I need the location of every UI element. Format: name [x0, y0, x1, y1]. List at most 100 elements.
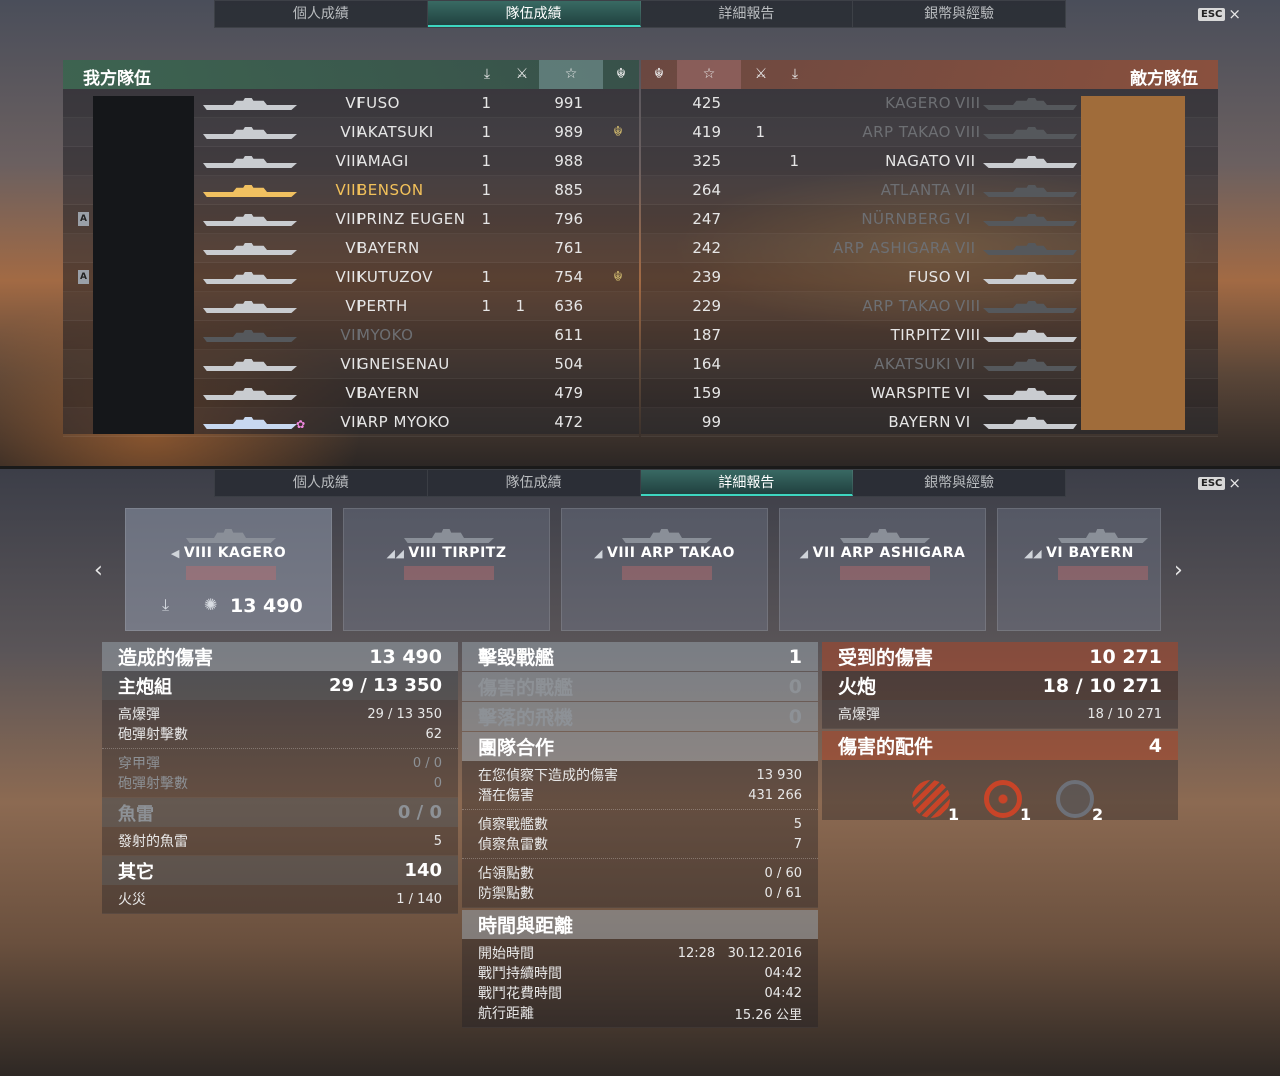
ship-silhouette-icon: [203, 299, 297, 313]
spent-value: 04:42: [764, 985, 802, 1001]
esc-close-button[interactable]: ESC ×: [1198, 474, 1241, 492]
close-icon: ×: [1228, 474, 1241, 492]
tab-team[interactable]: 隊伍成績: [427, 1, 641, 27]
wreath-icon[interactable]: ☬: [603, 60, 639, 89]
wreath-icon[interactable]: ☬: [641, 60, 677, 89]
damage-dealt-panel: 造成的傷害 13 490 主炮組 29 / 13 350 高爆彈 29 / 13 …: [102, 642, 458, 914]
start-value: 12:28 30.12.2016: [677, 945, 802, 961]
ship-name: TIRPITZ: [890, 326, 951, 344]
ship-silhouette-icon: [203, 154, 297, 168]
card-ship-label: ◢◢ VIII TIRPITZ: [344, 545, 549, 561]
potential-label: 潛在傷害: [478, 788, 534, 804]
planes-label: 擊落的飛機: [478, 707, 574, 729]
damaged-value: 0: [788, 675, 802, 698]
ship-name: KUTUZOV: [357, 268, 433, 286]
enemy-ship-card[interactable]: ◢ VII ARP ASHIGARA: [779, 508, 986, 631]
received-he-group: 高爆彈 18 / 10 271: [822, 700, 1178, 729]
next-arrow-icon[interactable]: ›: [1174, 558, 1183, 583]
spotting-group: 偵察戰艦數 5 偵察魚雷數 7: [462, 810, 818, 859]
ship-silhouette-icon: [983, 270, 1077, 284]
torpedo-hit-icon: ⤓: [162, 595, 170, 614]
torpedo-tubes-icon: [912, 780, 950, 818]
base-xp: 187: [692, 326, 721, 344]
modules-label: 傷害的配件: [838, 736, 934, 758]
player-name-redacted: [622, 566, 712, 580]
ship-silhouette-icon: [622, 527, 712, 543]
base-xp: 164: [692, 355, 721, 373]
star-icon[interactable]: ☆: [539, 60, 603, 89]
teamwork-label: 團隊合作: [478, 737, 555, 759]
time-label: 時間與距離: [478, 915, 574, 937]
tab-detailed[interactable]: 詳細報告: [640, 470, 854, 496]
base-xp: 99: [701, 413, 721, 431]
card-ship-name: ARP TAKAO: [640, 545, 735, 561]
enemy-header: ☬ ☆ ⚔ ⤓ 敵方隊伍: [641, 60, 1218, 89]
torpedo-icon[interactable]: ⤓: [469, 60, 505, 89]
card-ship-name: BAYERN: [1068, 545, 1134, 561]
damaged-header: 傷害的戰艦 0: [462, 672, 818, 701]
star-icon[interactable]: ☆: [677, 60, 741, 89]
division-badge-icon: A: [78, 212, 89, 226]
ship-silhouette-icon: [983, 183, 1077, 197]
esc-close-button[interactable]: ESC ×: [1198, 5, 1241, 23]
ship-silhouette-icon: [203, 386, 297, 400]
engine-damage: 2: [1056, 780, 1106, 824]
ship-name: ARP TAKAO: [862, 297, 951, 315]
fire-value: 1 / 140: [396, 891, 442, 907]
ship-name: AMAGI: [357, 152, 409, 170]
enemy-ship-card[interactable]: ◢ VIII ARP TAKAO: [561, 508, 768, 631]
tab-bar-top: 個人成績 隊伍成績 詳細報告 銀幣與經驗: [214, 0, 1066, 28]
duration-value: 04:42: [764, 965, 802, 981]
other-label: 其它: [118, 861, 154, 883]
he-shots-label: 砲彈射擊數: [118, 727, 188, 743]
ship-silhouette-icon: [983, 125, 1077, 139]
tab-credits-xp[interactable]: 銀幣與經驗: [853, 470, 1065, 496]
base-xp: 425: [692, 94, 721, 112]
swords-icon[interactable]: ⚔: [504, 60, 540, 89]
tab-credits-xp[interactable]: 銀幣與經驗: [853, 1, 1065, 27]
tab-personal[interactable]: 個人成績: [215, 1, 428, 27]
base-xp: 247: [692, 210, 721, 228]
damage-dealt-header: 造成的傷害 13 490: [102, 642, 458, 671]
ship-silhouette-icon: [983, 154, 1077, 168]
enemy-ship-card[interactable]: ◀ VIII KAGERO ⤓ ✺ 13 490: [125, 508, 332, 631]
other-header: 其它 140: [102, 856, 458, 885]
base-xp: 796: [554, 210, 583, 228]
tab-personal[interactable]: 個人成績: [215, 470, 428, 496]
ship-silhouette-icon: [203, 270, 297, 284]
ship-name: BAYERN: [888, 413, 951, 431]
ships-destroyed: 1: [481, 210, 491, 228]
received-header: 受到的傷害 10 271: [822, 642, 1178, 671]
card-ship-label: ◢ VIII ARP TAKAO: [562, 545, 767, 561]
received-he-value: 18 / 10 271: [1087, 706, 1162, 722]
swords-icon[interactable]: ⚔: [743, 60, 779, 89]
ship-silhouette-icon: [203, 212, 297, 226]
base-xp: 885: [554, 181, 583, 199]
torpedo-icon[interactable]: ⤓: [777, 60, 813, 89]
enemy-ship-card[interactable]: ◢◢ VIII TIRPITZ: [343, 508, 550, 631]
ap-shots-label: 砲彈射擊數: [118, 776, 188, 792]
ship-name: GNEISENAU: [357, 355, 450, 373]
ship-name: BAYERN: [357, 239, 420, 257]
spent-label: 戰鬥花費時間: [478, 986, 562, 1002]
received-guns-value: 18 / 10 271: [1042, 674, 1162, 697]
steering-gear-count: 1: [1020, 805, 1032, 824]
ship-silhouette-icon: [1058, 527, 1148, 543]
ship-silhouette-icon: [203, 241, 297, 255]
enemy-ship-card[interactable]: ◢◢ VI BAYERN: [997, 508, 1161, 631]
torpedo-fired-value: 5: [433, 833, 442, 849]
player-name-redacted: [186, 566, 276, 580]
planes-value: 0: [788, 705, 802, 728]
award-icon: ☬: [613, 269, 623, 285]
base-xp: 264: [692, 181, 721, 199]
ship-silhouette-icon: [840, 527, 930, 543]
card-ship-label: ◢◢ VI BAYERN: [998, 545, 1160, 561]
ship-class-icon: ◢◢: [386, 547, 405, 560]
distance-value: 15.26 公里: [734, 1007, 802, 1023]
torpedo-fired-label: 發射的魚雷: [118, 834, 188, 850]
prev-arrow-icon[interactable]: ‹: [94, 558, 103, 583]
player-name-redacted: [840, 566, 930, 580]
ship-class-icon: ◢◢: [1024, 547, 1043, 560]
tab-detailed[interactable]: 詳細報告: [641, 1, 854, 27]
tab-team[interactable]: 隊伍成績: [428, 470, 641, 496]
